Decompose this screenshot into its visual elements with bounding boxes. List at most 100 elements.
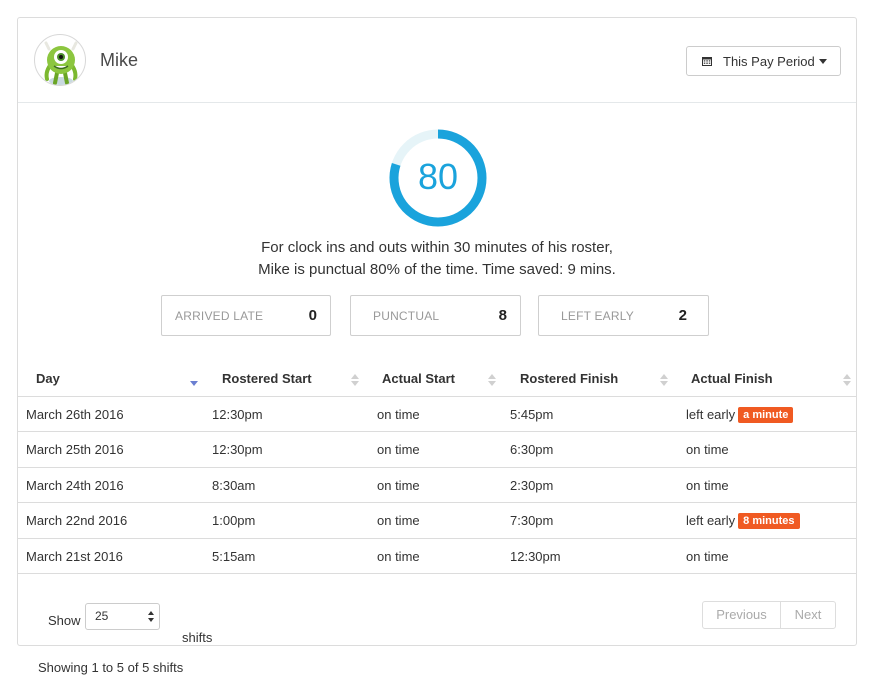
cell-day: March 22nd 2016 — [26, 503, 127, 538]
stat-arrived-late: ARRIVED LATE 0 — [161, 295, 331, 336]
stat-value: 2 — [678, 307, 687, 324]
cell-text: 2:30pm — [510, 477, 554, 493]
cell-actual-start: on time — [377, 539, 420, 574]
sort-both-icon[interactable] — [488, 373, 496, 387]
cell-text: on time — [377, 407, 420, 422]
stat-punctual: PUNCTUAL 8 — [350, 295, 521, 336]
cell-rostered-finish: 2:30pm — [510, 468, 553, 503]
cell-rostered-finish: 7:30pm — [510, 503, 553, 538]
show-label: Show — [48, 613, 81, 628]
cell-actual-finish: on time — [686, 432, 729, 467]
column-header-actual-finish[interactable]: Actual Finish — [691, 361, 773, 397]
table-row: March 24th 2016 8:30am on time 2:30pm on tim… — [18, 468, 856, 504]
cell-day: March 24th 2016 — [26, 468, 124, 503]
cell-actual-start: on time — [377, 468, 420, 503]
page-length-value: 25 — [95, 609, 109, 623]
cell-text: on time — [377, 442, 420, 458]
cell-text: 12:30pm — [212, 442, 263, 458]
cell-rostered-start: 12:30pm — [212, 397, 263, 432]
cell-text: on time — [377, 548, 420, 564]
cell-actual-finish: left early 8 minutes — [686, 503, 800, 538]
cell-text: 5:45pm — [510, 407, 554, 422]
stat-value: 0 — [308, 307, 317, 324]
sort-both-icon[interactable] — [351, 373, 359, 387]
cell-text: March 22nd 2016 — [26, 513, 128, 529]
cell-text: 7:30pm — [510, 513, 554, 529]
select-arrows-icon — [148, 611, 154, 622]
cell-text: March 24th 2016 — [26, 477, 124, 493]
table-info: Showing 1 to 5 of 5 shifts — [38, 660, 184, 675]
gauge-value: 80 — [417, 156, 459, 197]
cell-actual-finish: on time — [686, 468, 729, 503]
cell-text: on time — [377, 477, 420, 493]
cell-text: left early — [686, 407, 736, 422]
stat-value: 8 — [498, 307, 507, 324]
calendar-icon — [702, 57, 712, 66]
cell-text: on time — [686, 477, 729, 493]
summary-line-1: For clock ins and outs within 30 minutes… — [261, 239, 613, 256]
cell-actual-start: on time — [377, 397, 420, 432]
cell-rostered-finish: 5:45pm — [510, 397, 553, 432]
sort-both-icon[interactable] — [843, 373, 851, 387]
sort-both-icon[interactable] — [660, 373, 668, 387]
caret-down-icon — [818, 58, 827, 64]
table-body: March 26th 2016 12:30pm on time 5:45pm left … — [18, 397, 856, 574]
column-header-day[interactable]: Day — [36, 361, 60, 397]
cell-day: March 26th 2016 — [26, 397, 124, 432]
cell-text: 5:15am — [212, 548, 256, 564]
cell-rostered-finish: 12:30pm — [510, 539, 561, 574]
cell-actual-start: on time — [377, 432, 420, 467]
column-header-actual-start[interactable]: Actual Start — [382, 361, 455, 397]
table-row: March 25th 2016 12:30pm on time 6:30pm on ti… — [18, 432, 856, 468]
cell-rostered-start: 8:30am — [212, 468, 255, 503]
pagination: Previous Next — [702, 601, 836, 629]
sort-desc-icon[interactable] — [190, 373, 198, 387]
stat-label: ARRIVED LATE — [175, 308, 264, 323]
next-button[interactable]: Next — [781, 602, 835, 628]
summary-line-2: Mike is punctual 80% of the time. Time s… — [258, 261, 616, 278]
table-row: March 21st 2016 5:15am on time 12:30pm on ti… — [18, 539, 856, 574]
cell-text: 6:30pm — [510, 442, 554, 458]
previous-button[interactable]: Previous — [703, 602, 781, 628]
table-row: March 22nd 2016 1:00pm on time 7:30pm left e… — [18, 503, 856, 539]
table-row: March 26th 2016 12:30pm on time 5:45pm left … — [18, 397, 856, 433]
cell-text: 1:00pm — [212, 513, 256, 529]
cell-text: on time — [377, 513, 420, 529]
cell-rostered-start: 12:30pm — [212, 432, 263, 467]
cell-text: March 26th 2016 — [26, 407, 124, 422]
column-header-rostered-start[interactable]: Rostered Start — [222, 361, 312, 397]
shifts-label: shifts — [182, 630, 213, 645]
punctuality-summary: For clock ins and outs within 30 minutes… — [18, 237, 856, 281]
cell-actual-start: on time — [377, 503, 420, 538]
cell-actual-finish: on time — [686, 539, 729, 574]
cell-text: 12:30pm — [212, 407, 263, 422]
cell-text: on time — [686, 548, 729, 564]
cell-text: 8:30am — [212, 477, 256, 493]
user-name: Mike — [100, 50, 139, 70]
column-header-rostered-finish[interactable]: Rostered Finish — [520, 361, 618, 397]
left-early-badge: 8 minutes — [738, 513, 800, 530]
cell-rostered-finish: 6:30pm — [510, 432, 553, 467]
cell-day: March 21st 2016 — [26, 539, 123, 574]
table-header: Day Rostered Start Actual Start Rostered… — [18, 361, 856, 397]
cell-text: on time — [686, 442, 729, 458]
cell-actual-finish: left early a minute — [686, 397, 794, 432]
stat-left-early: LEFT EARLY 2 — [538, 295, 709, 336]
left-early-badge: a minute — [738, 407, 794, 423]
monster-avatar-icon — [34, 34, 86, 86]
card-header: Mike This Pay Period — [18, 18, 856, 103]
cell-day: March 25th 2016 — [26, 432, 124, 467]
cell-rostered-start: 1:00pm — [212, 503, 255, 538]
stat-label: LEFT EARLY — [561, 308, 634, 323]
cell-text: 12:30pm — [510, 548, 561, 564]
pay-period-label: This Pay Period — [723, 53, 815, 69]
stat-label: PUNCTUAL — [373, 308, 440, 323]
cell-text: March 21st 2016 — [26, 548, 123, 564]
cell-text: left early — [686, 513, 736, 529]
employee-card: Mike This Pay Period 80 For clock ins an… — [17, 17, 857, 646]
pay-period-dropdown[interactable]: This Pay Period — [686, 46, 841, 76]
cell-rostered-start: 5:15am — [212, 539, 255, 574]
page-length-select[interactable]: 25 — [85, 603, 160, 630]
shifts-table: Day Rostered Start Actual Start Rostered… — [18, 361, 856, 574]
cell-text: March 25th 2016 — [26, 442, 124, 458]
